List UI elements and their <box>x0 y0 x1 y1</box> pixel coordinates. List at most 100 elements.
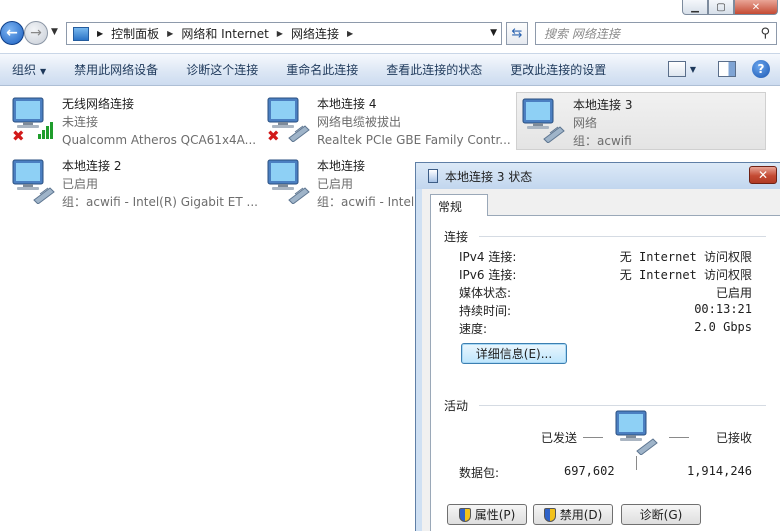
duration-value: 00:13:21 <box>694 302 752 316</box>
wireless-network-icon: ✖ <box>12 97 53 142</box>
chevron-right-icon[interactable]: ▶ <box>167 29 173 38</box>
breadcrumb-network-internet[interactable]: 网络和 Internet <box>181 25 268 42</box>
close-window-button[interactable]: ✕ <box>734 0 778 15</box>
media-state-label: 媒体状态: <box>459 286 512 300</box>
connection-text: 本地连接 2 已启用 组：acwifi - Intel(R) Gigabit E… <box>62 157 258 211</box>
rename-button[interactable]: 重命名此连接 <box>286 61 358 78</box>
group-divider <box>479 236 766 237</box>
connection-name: 本地连接 <box>317 159 366 173</box>
speed-value: 2.0 Gbps <box>694 320 752 334</box>
media-state-value: 已启用 <box>715 286 752 300</box>
help-icon[interactable]: ? <box>752 60 770 78</box>
diagnose-dialog-button[interactable]: 诊断(G) <box>621 504 701 525</box>
speed-label: 速度: <box>459 322 488 336</box>
packets-sent-value: 697,602 <box>564 464 615 478</box>
recent-pages-dropdown[interactable]: ▼ <box>51 27 58 37</box>
tab-general[interactable]: 常规 <box>430 194 488 216</box>
ipv6-label: IPv6 连接: <box>459 268 517 282</box>
connection-device: 组：acwifi - Intel <box>317 195 415 209</box>
breadcrumb: 控制面板 ▶ 网络和 Internet ▶ 网络连接 ▶ <box>111 25 361 42</box>
wired-network-icon <box>522 98 565 143</box>
chevron-down-icon[interactable]: ▼ <box>690 65 696 74</box>
connection-text: 无线网络连接 未连接 Qualcomm Atheros QCA61x4A... <box>62 95 258 149</box>
shield-icon <box>543 507 556 522</box>
ipv4-value: 无 Internet 访问权限 <box>619 250 752 264</box>
wired-network-icon: ✖ <box>267 97 310 142</box>
maximize-button[interactable]: ▢ <box>708 0 734 15</box>
change-settings-button[interactable]: 更改此连接的设置 <box>510 61 606 78</box>
connection-device: Qualcomm Atheros QCA61x4A... <box>62 133 257 147</box>
packets-received-value: 1,914,246 <box>686 464 752 478</box>
connection-status: 未连接 <box>62 115 99 129</box>
details-button[interactable]: 详细信息(E)... <box>461 343 567 364</box>
properties-button[interactable]: 属性(P) <box>447 504 527 525</box>
search-input[interactable]: 搜索 网络连接 ⚲ <box>535 22 777 45</box>
address-bar[interactable]: ▶ 控制面板 ▶ 网络和 Internet ▶ 网络连接 ▶ ▼ <box>66 22 502 45</box>
error-x-icon: ✖ <box>12 127 25 142</box>
command-toolbar: 组织 ▼ 禁用此网络设备 诊断这个连接 重命名此连接 查看此连接的状态 更改此连接… <box>0 53 780 86</box>
connection-status: 网络 <box>573 116 598 130</box>
wired-network-icon <box>12 159 55 204</box>
group-divider <box>479 405 766 406</box>
connection-item-local[interactable]: 本地连接 已启用 组：acwifi - Intel <box>265 154 415 212</box>
address-dropdown-icon[interactable]: ▼ <box>490 28 497 38</box>
connection-name: 本地连接 3 <box>573 98 633 112</box>
dialog-body: 常规 连接 IPv4 连接: 无 Internet 访问权限 IPv6 连接: … <box>422 189 780 531</box>
shield-icon <box>458 507 471 522</box>
connection-name: 本地连接 2 <box>62 159 122 173</box>
connection-text: 本地连接 3 网络 组：acwifi <box>573 96 769 150</box>
dialog-title-bar[interactable]: 本地连接 3 状态 <box>416 163 780 189</box>
chevron-right-icon[interactable]: ▶ <box>277 29 283 38</box>
chevron-right-icon[interactable]: ▶ <box>347 29 353 38</box>
breadcrumb-control-panel[interactable]: 控制面板 <box>111 25 159 42</box>
connection-status: 已启用 <box>62 177 99 191</box>
refresh-button[interactable]: ⇆ <box>506 22 528 45</box>
breadcrumb-network-connections[interactable]: 网络连接 <box>291 25 339 42</box>
toolbar-right: ▼ ? <box>667 60 770 78</box>
connection-group-label: 连接 <box>444 230 469 244</box>
dialog-title: 本地连接 3 状态 <box>445 169 533 184</box>
diagnose-button[interactable]: 诊断这个连接 <box>186 61 258 78</box>
received-label: 已接收 <box>715 431 752 445</box>
duration-label: 持续时间: <box>459 304 512 318</box>
general-tab-panel: 连接 IPv4 连接: 无 Internet 访问权限 IPv6 连接: 无 I… <box>430 215 780 531</box>
search-icon[interactable]: ⚲ <box>760 26 770 41</box>
ipv6-value: 无 Internet 访问权限 <box>619 268 752 282</box>
connection-device: 组：acwifi - Intel(R) Gigabit ET ... <box>62 195 258 209</box>
address-row: ← → ▼ ▶ 控制面板 ▶ 网络和 Internet ▶ 网络连接 ▶ ▼ ⇆… <box>0 17 780 51</box>
connection-item-wireless[interactable]: ✖ 无线网络连接 未连接 Qualcomm Atheros QCA61x4A..… <box>10 92 260 150</box>
error-x-icon: ✖ <box>267 127 280 142</box>
connection-text: 本地连接 已启用 组：acwifi - Intel <box>317 157 415 211</box>
packets-label: 数据包: <box>459 466 500 480</box>
forward-button[interactable]: → <box>24 21 48 45</box>
disable-device-button[interactable]: 禁用此网络设备 <box>74 61 158 78</box>
sent-label: 已发送 <box>541 431 578 445</box>
activity-group-label: 活动 <box>444 399 469 413</box>
connection-text: 本地连接 4 网络电缆被拔出 Realtek PCIe GBE Family C… <box>317 95 513 149</box>
connection-item-local-4[interactable]: ✖ 本地连接 4 网络电缆被拔出 Realtek PCIe GBE Family… <box>265 92 515 150</box>
view-status-button[interactable]: 查看此连接的状态 <box>386 61 482 78</box>
connection-name: 无线网络连接 <box>62 97 135 111</box>
chevron-right-icon: ▶ <box>97 29 104 38</box>
chevron-down-icon: ▼ <box>40 67 47 76</box>
activity-divider <box>636 456 637 470</box>
received-line <box>669 437 689 438</box>
connection-device: 组：acwifi <box>573 134 632 148</box>
search-placeholder: 搜索 网络连接 <box>544 27 620 41</box>
connection-item-local-3[interactable]: 本地连接 3 网络 组：acwifi <box>516 92 766 150</box>
minimize-button[interactable]: ▁ <box>682 0 708 15</box>
control-panel-icon <box>73 26 89 41</box>
network-adapter-icon <box>428 169 438 183</box>
connection-status-dialog: 本地连接 3 状态 ✕ 常规 连接 IPv4 连接: 无 Internet 访问… <box>415 162 780 531</box>
dialog-close-button[interactable]: ✕ <box>749 166 777 184</box>
disable-button[interactable]: 禁用(D) <box>533 504 613 525</box>
back-button[interactable]: ← <box>0 21 24 45</box>
connection-item-local-2[interactable]: 本地连接 2 已启用 组：acwifi - Intel(R) Gigabit E… <box>10 154 260 212</box>
preview-pane-icon[interactable] <box>718 61 736 77</box>
connection-device: Realtek PCIe GBE Family Contr... <box>317 133 511 147</box>
connection-status: 网络电缆被拔出 <box>317 115 402 129</box>
organize-menu[interactable]: 组织 ▼ <box>12 61 46 78</box>
ipv4-label: IPv4 连接: <box>459 250 517 264</box>
view-options-icon[interactable] <box>667 61 686 77</box>
window-controls: ▁ ▢ ✕ <box>682 0 778 16</box>
